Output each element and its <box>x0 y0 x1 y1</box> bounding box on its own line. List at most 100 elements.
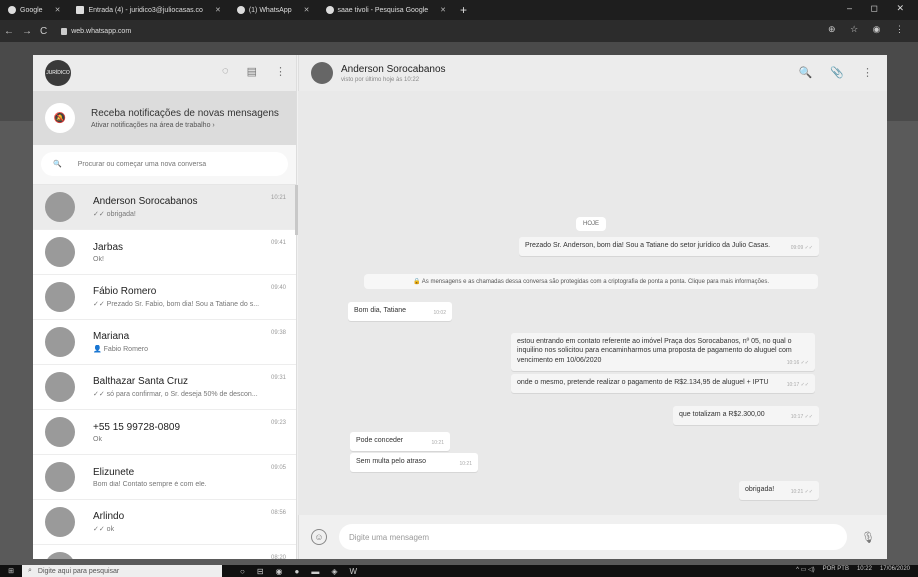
tab-whatsapp[interactable]: (1) WhatsApp ✕ <box>229 0 318 20</box>
tray-icons[interactable]: ^ ▭ ◁) <box>796 566 814 573</box>
address-bar: ← → C web.whatsapp.com ⊕ ☆ ◉ ⋮ <box>0 20 918 42</box>
tab-gmail[interactable]: Entrada (4) - juridico3@juliocasas.co ✕ <box>68 0 228 20</box>
message-out[interactable]: obrigada! 10:21 ✓✓ <box>739 481 819 500</box>
lock-icon <box>61 27 68 35</box>
chat-list-item[interactable]: +55 15 99728-0809 Ok 09:23 <box>33 410 296 455</box>
chat-name: Jarbas <box>93 241 124 253</box>
compose-bar: ☺ Digite uma mensagem 🎙 <box>298 515 887 559</box>
new-chat-icon[interactable]: ▤ <box>247 65 257 78</box>
conversation-header[interactable]: Anderson Sorocabanos visto por último ho… <box>298 55 887 91</box>
contact-avatar <box>45 327 75 357</box>
chat-time: 09:38 <box>270 330 286 336</box>
clock-time[interactable]: 10:22 <box>857 566 872 573</box>
menu-icon[interactable]: ⋮ <box>275 65 286 78</box>
sidebar-header-icons: ◌ ▤ ⋮ <box>222 65 286 78</box>
taskbar-search[interactable]: ⌕ Digite aqui para pesquisar <box>22 565 222 577</box>
chat-list-item[interactable]: Anderson Sorocabanos ✓✓ obrigada! 10:21 <box>33 185 296 230</box>
chat-time: 09:40 <box>270 285 286 291</box>
emoji-icon[interactable]: ☺ <box>311 529 327 545</box>
profile-avatar[interactable]: JURÍDICO <box>45 60 71 86</box>
chat-list-item[interactable]: Arlindo ✓✓ ok 08:56 <box>33 500 296 545</box>
contact-avatar <box>45 237 75 267</box>
chat-time: 09:05 <box>270 465 286 471</box>
chat-last-message: 👤 Fabio Romero <box>93 346 149 353</box>
message-out[interactable]: Prezado Sr. Anderson, bom dia! Sou a Tat… <box>519 237 819 256</box>
contact-name: Anderson Sorocabanos <box>341 63 446 75</box>
search-box[interactable]: 🔍 <box>41 152 288 176</box>
microphone-icon[interactable]: 🎙 <box>861 531 875 544</box>
sidebar: JURÍDICO ◌ ▤ ⋮ 🔕 Receba notificações de … <box>33 55 298 559</box>
message-out[interactable]: onde o mesmo, pretende realizar o pagame… <box>511 374 815 393</box>
chat-list-item[interactable]: Mariana 👤 Fabio Romero 09:38 <box>33 320 296 365</box>
browser-toolbar-icons[interactable]: ⊕ ☆ ◉ ⋮ <box>828 24 910 35</box>
chat-last-message: Ok <box>93 435 102 443</box>
chat-last-message: Bom dia! Contato sempre é com ele. <box>93 480 207 488</box>
message-area: HOJE Prezado Sr. Anderson, bom dia! Sou … <box>298 91 887 515</box>
chat-list-item[interactable]: Rubens BREDA08:20 <box>33 545 296 559</box>
last-seen: visto por último hoje às 10:22 <box>341 76 420 83</box>
app-icon[interactable]: ◈ <box>331 567 337 576</box>
chat-list-item[interactable]: Jarbas Ok! 09:41 <box>33 230 296 275</box>
message-in[interactable]: Pode conceder 10:21 <box>350 432 450 451</box>
notification-banner[interactable]: 🔕 Receba notificações de novas mensagens… <box>33 91 296 145</box>
new-tab-button[interactable]: + <box>454 3 473 17</box>
message-in[interactable]: Bom dia, Tatiane 10:02 <box>348 302 452 321</box>
notification-link[interactable]: Ativar notificações na área de trabalho … <box>91 122 279 129</box>
sidebar-header: JURÍDICO ◌ ▤ ⋮ <box>33 55 296 91</box>
search-icon[interactable]: 🔍 <box>799 66 813 79</box>
back-icon[interactable]: ← <box>0 26 18 37</box>
close-tab-icon[interactable]: ✕ <box>304 6 310 14</box>
chat-list-item[interactable]: Balthazar Santa Cruz ✓✓ só para confirmar… <box>33 365 296 410</box>
clock-date[interactable]: 17/06/2020 <box>880 566 910 573</box>
chat-last-message: ✓✓ só para confirmar, o Sr. deseja 50% d… <box>93 391 258 398</box>
conversation-header-icons: 🔍 📎 ⋮ <box>799 66 873 79</box>
search-input[interactable] <box>77 160 268 168</box>
chat-last-message: ✓✓ Prezado Sr. Fabio, bom dia! Sou a Tat… <box>93 301 260 308</box>
google-icon <box>325 6 334 14</box>
close-tab-icon[interactable]: ✕ <box>440 6 446 14</box>
search-icon: ⌕ <box>28 567 32 574</box>
close-tab-icon[interactable]: ✕ <box>215 6 221 14</box>
contact-avatar <box>45 192 75 222</box>
cortana-icon[interactable]: ○ <box>240 567 245 576</box>
contact-avatar <box>45 372 75 402</box>
windows-taskbar: ⊞ ⌕ Digite aqui para pesquisar ○ ⊟ ◉ ● ▬ … <box>0 565 918 577</box>
whatsapp-icon <box>236 6 245 14</box>
menu-icon[interactable]: ⋮ <box>862 66 873 79</box>
close-tab-icon[interactable]: ✕ <box>55 6 61 14</box>
input-language[interactable]: POR PTB <box>823 566 849 573</box>
reload-icon[interactable]: C <box>36 26 51 37</box>
message-out[interactable]: que totalizam a R$2.300,00 10:17 ✓✓ <box>673 406 819 425</box>
url-field[interactable]: web.whatsapp.com <box>61 27 131 35</box>
browser-tab-strip: Google ✕ Entrada (4) - juridico3@juliocas… <box>0 0 918 20</box>
folder-icon[interactable]: ▬ <box>311 567 319 576</box>
chat-name: Mariana <box>93 331 130 342</box>
contact-avatar <box>45 462 75 492</box>
message-out[interactable]: estou entrando em contato referente ao i… <box>511 333 815 371</box>
chat-list-item[interactable]: Fábio Romero ✓✓ Prezado Sr. Fabio, bom di… <box>33 275 296 320</box>
chat-list: Anderson Sorocabanos ✓✓ obrigada! 10:21 Jar… <box>33 185 296 559</box>
chrome-icon[interactable]: ◉ <box>276 567 283 576</box>
message-input[interactable]: Digite uma mensagem <box>339 524 848 550</box>
circle-app-icon[interactable]: ● <box>295 567 300 576</box>
tab-google[interactable]: Google ✕ <box>0 0 68 20</box>
status-icon[interactable]: ◌ <box>222 65 229 78</box>
contact-avatar[interactable] <box>311 62 333 84</box>
search-area: 🔍 <box>33 145 296 185</box>
day-label: HOJE <box>576 217 607 231</box>
google-icon <box>8 6 16 14</box>
notification-title: Receba notificações de novas mensagens <box>91 107 279 119</box>
encryption-notice[interactable]: 🔒 As mensagens e as chamadas dessa conve… <box>364 274 818 289</box>
contact-avatar <box>45 417 75 447</box>
chat-time: 09:31 <box>270 375 286 381</box>
windows-start-icon[interactable]: ⊞ <box>0 567 22 575</box>
chat-list-item[interactable]: Elizunete Bom dia! Contato sempre é com e… <box>33 455 296 500</box>
word-icon[interactable]: W <box>350 567 358 576</box>
chat-name: Arlindo <box>93 511 125 522</box>
window-controls[interactable]: – ◻ ✕ <box>847 3 912 14</box>
task-view-icon[interactable]: ⊟ <box>257 567 264 576</box>
tab-search[interactable]: saae tivoli - Pesquisa Google ✕ <box>318 0 455 20</box>
message-in[interactable]: Sem multa pelo atraso 10:21 <box>350 453 478 472</box>
forward-icon[interactable]: → <box>18 26 36 37</box>
attach-icon[interactable]: 📎 <box>830 66 844 79</box>
